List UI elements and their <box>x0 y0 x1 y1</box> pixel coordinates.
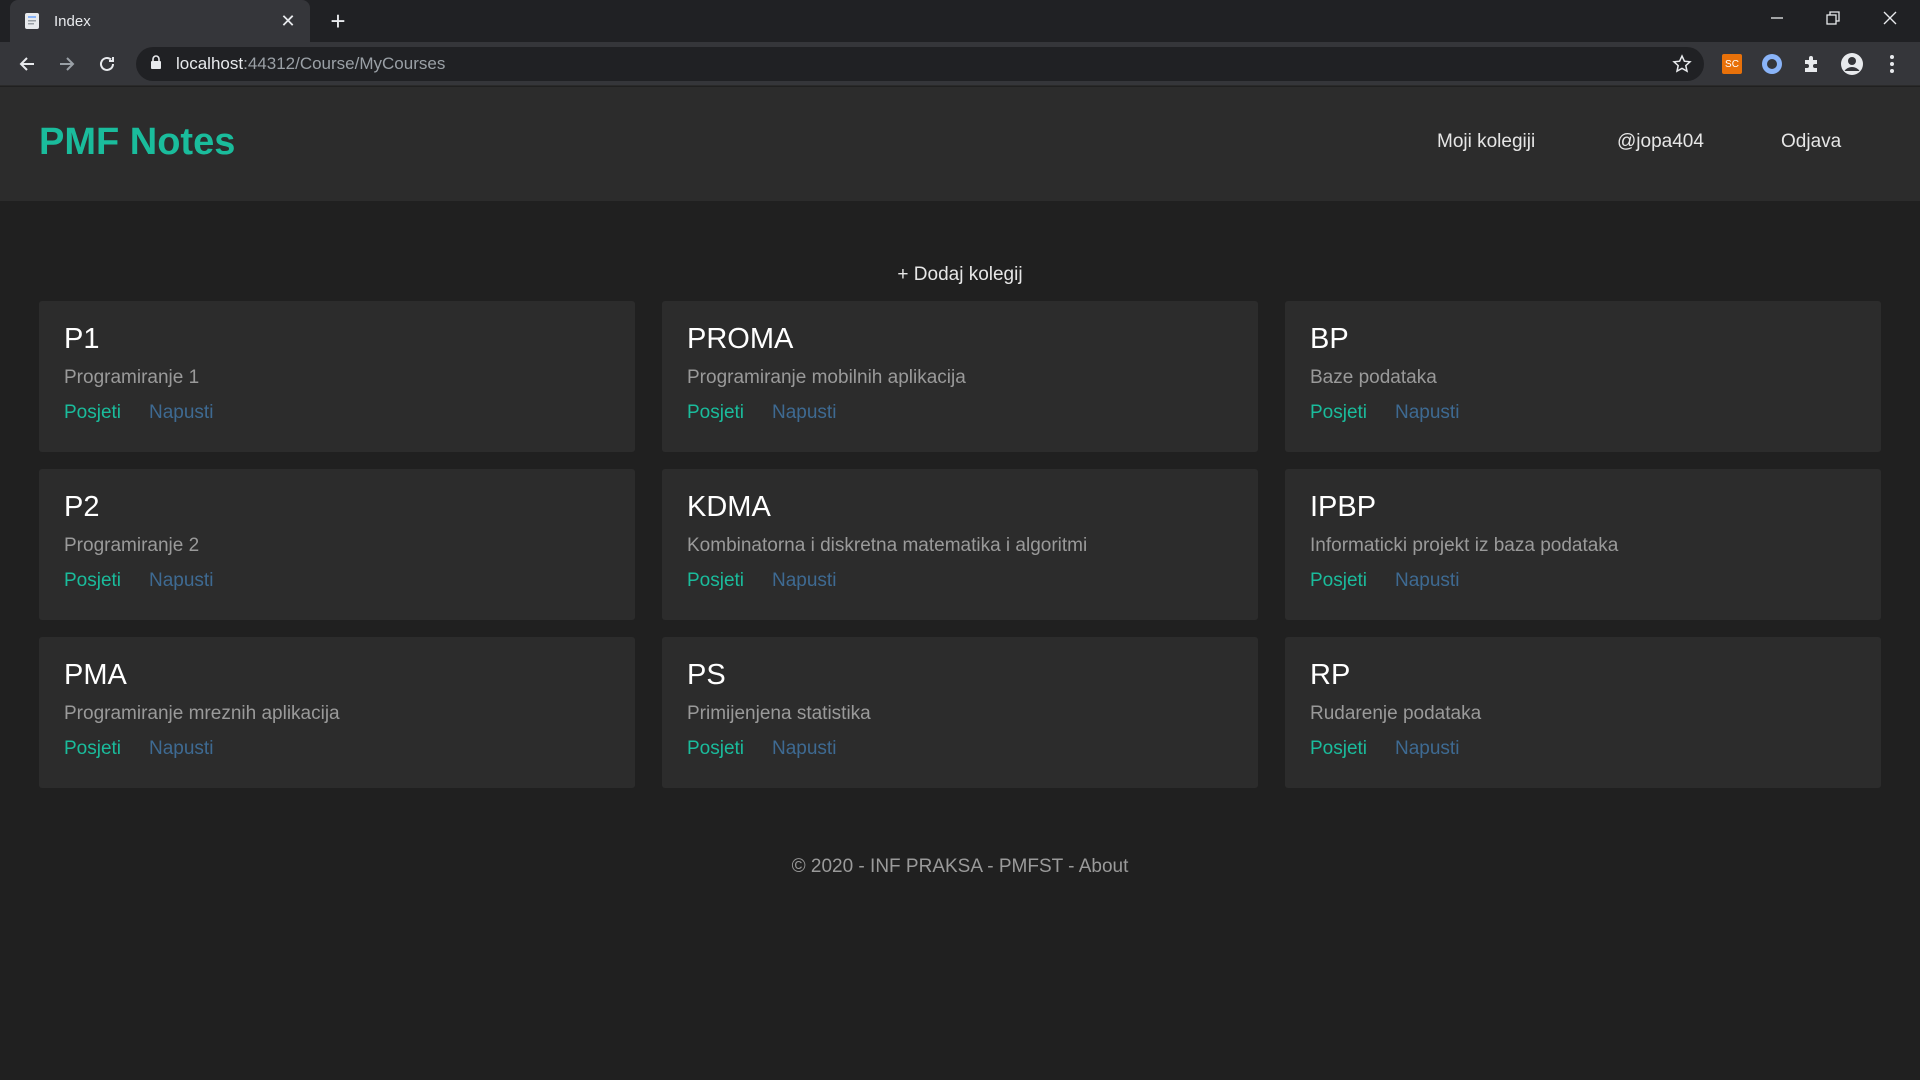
visit-course-link[interactable]: Posjeti <box>687 402 744 424</box>
leave-course-link[interactable]: Napusti <box>772 570 836 592</box>
nav-my-courses[interactable]: Moji kolegiji <box>1437 131 1535 153</box>
course-code: PMA <box>64 659 127 691</box>
footer-about-link[interactable]: About <box>1079 856 1129 877</box>
bookmark-star-icon[interactable] <box>1672 54 1692 74</box>
visit-course-link[interactable]: Posjeti <box>64 570 121 592</box>
course-name: Programiranje mobilnih aplikacija <box>687 367 966 388</box>
leave-course-link[interactable]: Napusti <box>1395 402 1459 424</box>
reload-icon[interactable] <box>91 48 123 80</box>
course-card: KDMA Kombinatorna i diskretna matematika… <box>662 469 1258 620</box>
course-name: Rudarenje podataka <box>1310 703 1482 724</box>
new-tab-icon[interactable]: + <box>322 5 354 37</box>
course-code: PS <box>687 659 726 691</box>
course-code: PROMA <box>687 323 794 355</box>
back-icon[interactable] <box>11 48 43 80</box>
visit-course-link[interactable]: Posjeti <box>687 738 744 760</box>
course-name: Primijenjena statistika <box>687 703 871 724</box>
course-name: Kombinatorna i diskretna matematika i al… <box>687 535 1088 556</box>
visit-course-link[interactable]: Posjeti <box>1310 570 1367 592</box>
course-name: Programiranje 1 <box>64 367 200 388</box>
lock-icon <box>150 54 162 74</box>
course-card: PS Primijenjena statistika Posjeti Napus… <box>662 637 1258 788</box>
site-navbar: PMF Notes Moji kolegiji @jopa404 Odjava <box>0 87 1920 201</box>
tab-title: Index <box>54 12 91 30</box>
course-code: BP <box>1310 323 1349 355</box>
address-bar[interactable]: localhost:44312/Course/MyCourses <box>136 47 1704 81</box>
minimize-icon[interactable] <box>1749 0 1805 36</box>
course-card: P2 Programiranje 2 Posjeti Napusti <box>39 469 635 620</box>
url-path: :44312/Course/MyCourses <box>243 54 446 73</box>
course-card: P1 Programiranje 1 Posjeti Napusti <box>39 301 635 452</box>
leave-course-link[interactable]: Napusti <box>149 738 213 760</box>
footer-copyright: © 2020 - INF PRAKSA - PMFST - <box>791 856 1079 877</box>
tab-close-icon[interactable]: ✕ <box>278 11 298 32</box>
page-icon <box>22 11 42 31</box>
brand-logo[interactable]: PMF Notes <box>39 121 235 164</box>
add-course-link[interactable]: + Dodaj kolegij <box>897 264 1022 285</box>
visit-course-link[interactable]: Posjeti <box>64 402 121 424</box>
course-card: BP Baze podataka Posjeti Napusti <box>1285 301 1881 452</box>
sc-extension-icon[interactable]: SC <box>1720 52 1744 76</box>
browser-menu-icon[interactable] <box>1880 52 1904 76</box>
course-code: KDMA <box>687 491 771 523</box>
course-code: IPBP <box>1310 491 1377 523</box>
leave-course-link[interactable]: Napusti <box>149 570 213 592</box>
course-name: Programiranje mreznih aplikacija <box>64 703 340 724</box>
leave-course-link[interactable]: Napusti <box>1395 738 1459 760</box>
visit-course-link[interactable]: Posjeti <box>64 738 121 760</box>
add-course-row: + Dodaj kolegij <box>0 264 1920 286</box>
course-code: P1 <box>64 323 100 355</box>
leave-course-link[interactable]: Napusti <box>149 402 213 424</box>
course-code: RP <box>1310 659 1351 691</box>
course-card: IPBP Informaticki projekt iz baza podata… <box>1285 469 1881 620</box>
page-footer: © 2020 - INF PRAKSA - PMFST - About <box>0 856 1920 878</box>
visit-course-link[interactable]: Posjeti <box>687 570 744 592</box>
close-window-icon[interactable] <box>1862 0 1918 36</box>
course-code: P2 <box>64 491 100 523</box>
course-name: Programiranje 2 <box>64 535 200 556</box>
browser-tab[interactable]: Index ✕ <box>10 0 310 42</box>
course-name: Informaticki projekt iz baza podataka <box>1310 535 1619 556</box>
course-card: PROMA Programiranje mobilnih aplikacija … <box>662 301 1258 452</box>
leave-course-link[interactable]: Napusti <box>772 402 836 424</box>
visit-course-link[interactable]: Posjeti <box>1310 402 1367 424</box>
leave-course-link[interactable]: Napusti <box>1395 570 1459 592</box>
circle-extension-icon[interactable] <box>1760 52 1784 76</box>
restore-icon[interactable] <box>1805 0 1861 36</box>
nav-logout[interactable]: Odjava <box>1781 131 1841 153</box>
course-card: PMA Programiranje mreznih aplikacija Pos… <box>39 637 635 788</box>
forward-icon[interactable] <box>51 48 83 80</box>
visit-course-link[interactable]: Posjeti <box>1310 738 1367 760</box>
sc-extension-label: SC <box>1722 54 1742 74</box>
course-name: Baze podataka <box>1310 367 1437 388</box>
leave-course-link[interactable]: Napusti <box>772 738 836 760</box>
nav-user-profile[interactable]: @jopa404 <box>1617 131 1704 153</box>
browser-tab-bar: Index ✕ + <box>0 0 1920 42</box>
extensions-puzzle-icon[interactable] <box>1800 52 1824 76</box>
url-host: localhost <box>176 54 244 73</box>
course-card: RP Rudarenje podataka Posjeti Napusti <box>1285 637 1881 788</box>
profile-icon[interactable] <box>1840 52 1864 76</box>
browser-toolbar: localhost:44312/Course/MyCourses SC <box>0 42 1920 86</box>
